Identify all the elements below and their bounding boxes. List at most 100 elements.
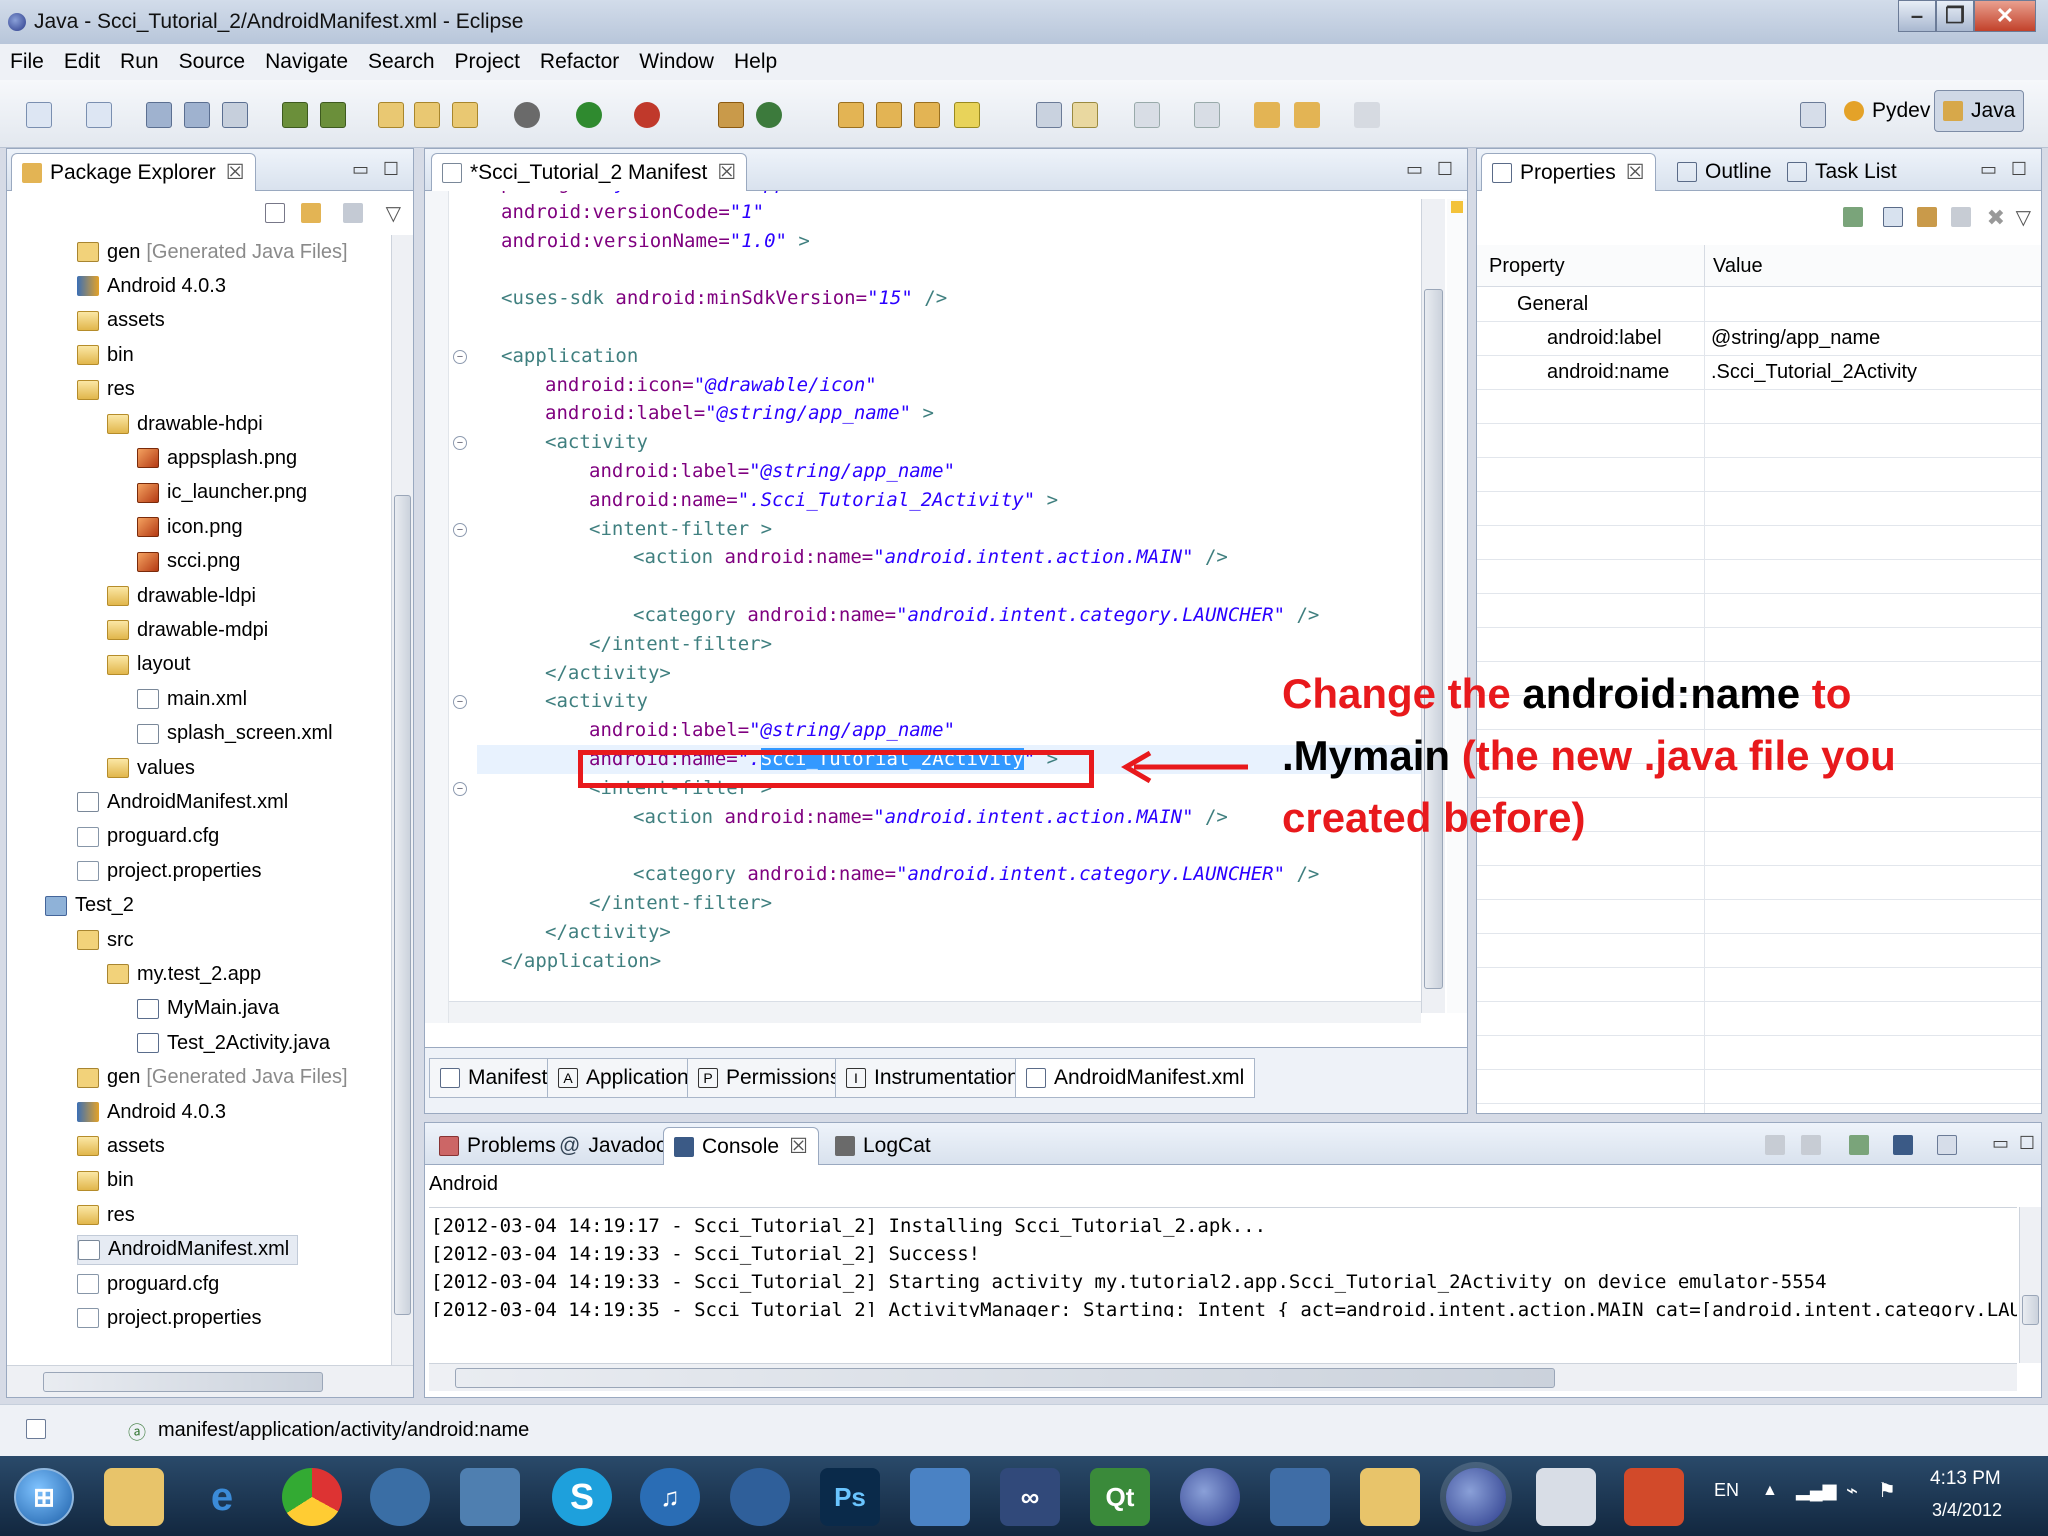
tree-item[interactable]: proguard.cfg (77, 1269, 219, 1299)
people-icon[interactable] (460, 1468, 520, 1526)
tree-item[interactable]: bin (77, 1166, 134, 1196)
tree-item[interactable]: AndroidManifest.xml (77, 787, 288, 817)
tree-item[interactable]: assets (77, 306, 165, 336)
menu-navigate[interactable]: Navigate (265, 50, 348, 74)
maximize-view-icon[interactable]: ☐ (2011, 159, 2027, 180)
tree-horizontal-scrollbar[interactable] (7, 1365, 413, 1397)
open-folder-icon[interactable] (838, 102, 864, 128)
minimize-editor-icon[interactable]: ▭ (1406, 159, 1423, 180)
minimize-view-icon[interactable]: ▭ (1980, 159, 1997, 180)
tree-item[interactable]: src (77, 925, 134, 955)
save-icon[interactable] (146, 102, 172, 128)
minimize-view-icon[interactable]: ▭ (352, 159, 369, 180)
save-all-icon[interactable] (184, 102, 210, 128)
console-horizontal-scrollbar[interactable] (429, 1363, 2017, 1391)
last-edit-icon[interactable] (1254, 102, 1280, 128)
edit-icon[interactable] (1072, 102, 1098, 128)
tree-item[interactable]: drawable-ldpi (107, 581, 256, 611)
itunes-icon[interactable]: ♫ (640, 1468, 700, 1526)
tab-androidmanifest-xml[interactable]: AndroidManifest.xml (1015, 1058, 1256, 1098)
tree-item[interactable]: icon.png (137, 512, 243, 542)
tab-permissions[interactable]: P Permissions (687, 1058, 852, 1098)
language-indicator[interactable]: EN (1714, 1480, 1739, 1501)
back-icon[interactable] (1294, 102, 1320, 128)
skype-icon[interactable]: S (552, 1468, 612, 1526)
chevron-down-icon[interactable]: ▽ (386, 201, 401, 226)
pen-icon[interactable] (954, 102, 980, 128)
fold-toggle-icon[interactable]: − (453, 436, 467, 451)
tab-task-list[interactable]: Task List (1777, 153, 1907, 191)
tab-javadoc[interactable]: @ Javadoc (549, 1127, 677, 1165)
tree-item[interactable]: proguard.cfg (77, 822, 219, 852)
tab-logcat[interactable]: LogCat (825, 1127, 941, 1165)
tree-item[interactable]: Test_2Activity.java (137, 1028, 330, 1058)
minimize-button[interactable]: – (1898, 0, 1936, 32)
tree-item[interactable]: gen [Generated Java Files] (77, 237, 348, 267)
refresh-icon[interactable] (756, 102, 782, 128)
tab-manifest[interactable]: Manifest (429, 1058, 559, 1098)
safari-icon[interactable] (370, 1468, 430, 1526)
group-general[interactable]: General (1517, 289, 1588, 319)
external-tools-icon[interactable] (634, 102, 660, 128)
editor-horizontal-scrollbar[interactable] (449, 1001, 1421, 1023)
chrome-icon[interactable] (282, 1468, 342, 1526)
menu-edit[interactable]: Edit (64, 50, 100, 74)
maximize-button[interactable]: ❐ (1936, 0, 1974, 32)
new-class-icon[interactable] (414, 102, 440, 128)
maximize-editor-icon[interactable]: ☐ (1437, 159, 1453, 180)
forward-icon[interactable] (1354, 102, 1380, 128)
eclipse-active-icon[interactable] (1446, 1468, 1506, 1526)
android-sdk-icon[interactable] (282, 102, 308, 128)
avd-manager-icon[interactable] (320, 102, 346, 128)
tree-item[interactable]: bin (77, 340, 134, 370)
tree-item[interactable]: MyMain.java (137, 994, 279, 1024)
display-console-icon[interactable] (1893, 1135, 1913, 1155)
fold-toggle-icon[interactable]: − (453, 522, 467, 537)
code-area[interactable]: package="my.tutorial2.app" android:versio… (449, 191, 1421, 1023)
close-tab-icon[interactable]: ☒ (1626, 160, 1645, 185)
tree-item[interactable]: drawable-mdpi (107, 615, 268, 645)
property-value[interactable]: .Scci_Tutorial_2Activity (1711, 357, 1917, 387)
annotation-icon[interactable] (1036, 102, 1062, 128)
tab-manifest-editor[interactable]: *Scci_Tutorial_2 Manifest ☒ (431, 153, 748, 191)
tab-problems[interactable]: Problems (429, 1127, 566, 1165)
tree-item[interactable]: my.test_2.app (107, 959, 261, 989)
start-button[interactable]: ⊞ (14, 1468, 74, 1526)
task-icon[interactable] (914, 102, 940, 128)
tree-item[interactable]: Android 4.0.3 (77, 1097, 226, 1127)
editor-vertical-scrollbar[interactable] (1421, 199, 1445, 1013)
menu-refactor[interactable]: Refactor (540, 50, 619, 74)
clock-app-icon[interactable] (730, 1468, 790, 1526)
scroll-lock-icon[interactable] (1801, 1135, 1821, 1155)
menu-file[interactable]: File (10, 50, 44, 74)
document-app-icon[interactable] (1536, 1468, 1596, 1526)
tab-properties[interactable]: Properties ☒ (1481, 153, 1656, 191)
tree-item[interactable]: splash_screen.xml (137, 719, 333, 749)
qt-icon[interactable]: Qt (1090, 1468, 1150, 1526)
presentation-app-icon[interactable] (1624, 1468, 1684, 1526)
collapse-all-icon[interactable] (265, 203, 285, 223)
print-icon[interactable] (222, 102, 248, 128)
tab-outline[interactable]: Outline (1667, 153, 1782, 191)
perspective-java[interactable]: Java (1934, 90, 2025, 132)
tray-expand-icon[interactable]: ▲ (1762, 1482, 1778, 1500)
menu-source[interactable]: Source (179, 50, 246, 74)
tree-item[interactable]: project.properties (77, 1303, 262, 1333)
chevron-down-icon[interactable]: ▽ (2016, 205, 2031, 230)
image-viewer-icon[interactable] (910, 1468, 970, 1526)
delete-icon[interactable]: ✖ (1987, 205, 2005, 231)
tab-console[interactable]: Console ☒ (663, 1127, 819, 1165)
tree-item[interactable]: AndroidManifest.xml (77, 1234, 299, 1265)
menu-project[interactable]: Project (455, 50, 520, 74)
clock-date[interactable]: 3/4/2012 (1932, 1500, 2002, 1521)
new-project-icon[interactable] (86, 102, 112, 128)
tree-item[interactable]: appsplash.png (137, 443, 297, 473)
close-tab-icon[interactable]: ☒ (226, 160, 245, 185)
console-output[interactable]: [2012-03-04 14:19:17 - Scci_Tutorial_2] … (429, 1207, 2017, 1317)
new-icon[interactable] (26, 102, 52, 128)
tree-item[interactable]: res (77, 1200, 135, 1230)
tree-item[interactable]: scci.png (137, 547, 240, 577)
new-package-icon[interactable] (452, 102, 478, 128)
tree-item[interactable]: project.properties (77, 856, 262, 886)
network-app-icon[interactable] (1270, 1468, 1330, 1526)
